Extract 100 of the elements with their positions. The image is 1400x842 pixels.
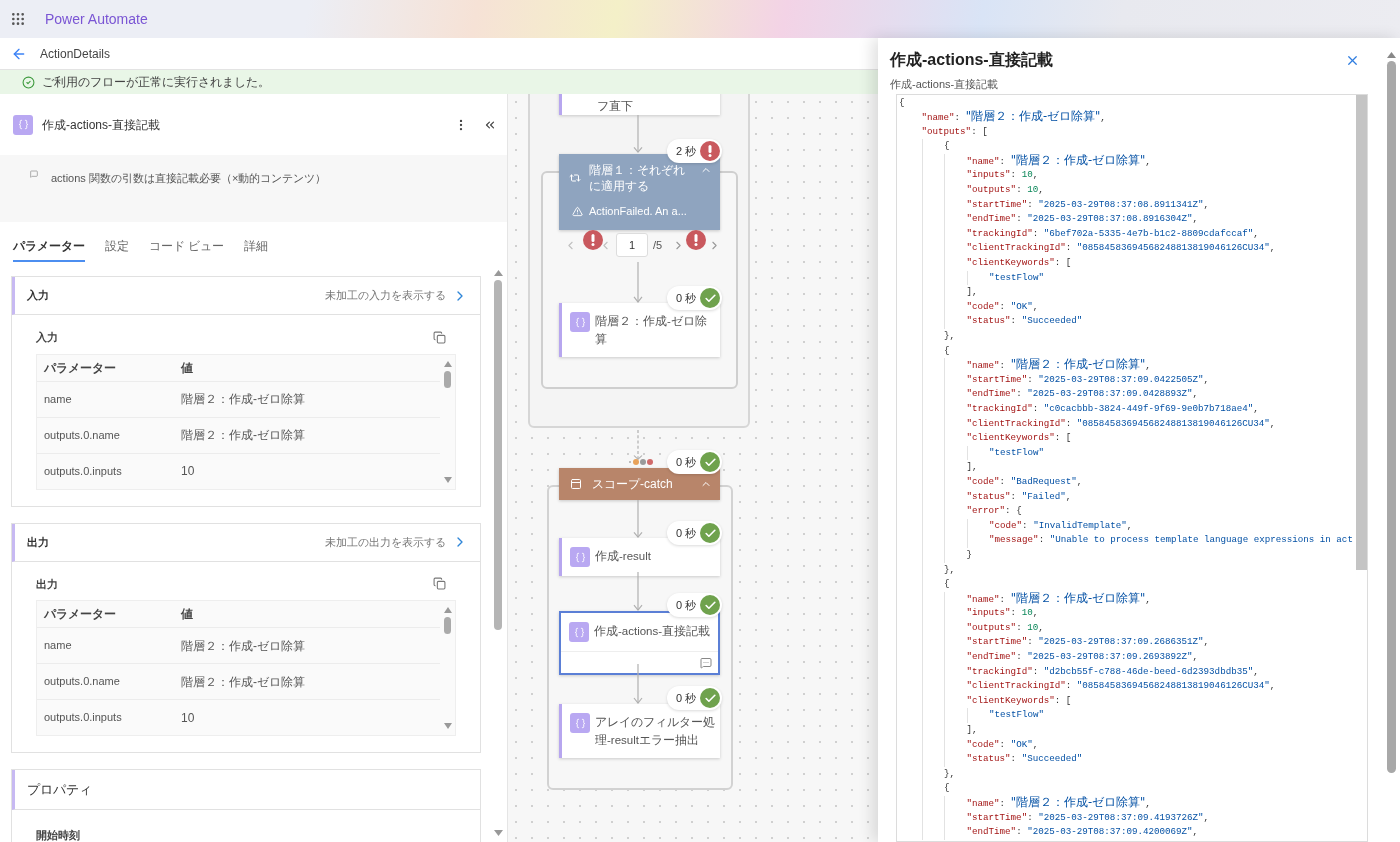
- tab[interactable]: パラメーター: [13, 237, 85, 262]
- table-cell-text: 階層２：作成-ゼロ除算: [181, 391, 306, 408]
- code-line: "clientKeywords": [: [966, 256, 1072, 271]
- comment-icon[interactable]: [700, 656, 712, 669]
- action-label: 作成-result: [595, 549, 651, 564]
- code-line: "testFlow": [989, 445, 1045, 460]
- panel-title: 作成-actions-直接記載: [890, 50, 1053, 70]
- app-launcher-icon[interactable]: [10, 11, 26, 27]
- banner-text: ご利用のフローが正常に実行されました。: [42, 74, 270, 91]
- comment-text: actions 関数の引数は直接記載必要（×動的コンテンツ）: [51, 171, 327, 186]
- code-line: "clientKeywords": [: [966, 431, 1072, 446]
- code-line: "outputs": 10,: [966, 620, 1044, 635]
- code-line: "code": "OK",: [966, 299, 1039, 314]
- table-cell-text: name: [44, 638, 73, 654]
- tab[interactable]: 詳細: [244, 237, 269, 262]
- table-cell-text: 階層２：作成-ゼロ除算: [181, 637, 306, 655]
- connector-arrow: [633, 664, 643, 704]
- check-circle-icon: [22, 75, 35, 89]
- scroll-thumb[interactable]: [494, 280, 502, 630]
- view-raw-link[interactable]: 未加工の入力を表示する: [325, 287, 468, 304]
- page-total: /5: [653, 237, 663, 253]
- code-line: "status": "Succeeded": [966, 314, 1083, 329]
- braces-icon: [570, 713, 590, 733]
- action-card[interactable]: アレイのフィルター処理-resultエラー抽出: [559, 704, 720, 758]
- braces-icon: [570, 312, 590, 332]
- action-card[interactable]: 階層２：作成-ゼロ除算: [559, 303, 720, 357]
- braces-icon: [569, 622, 589, 642]
- table-cell-text: outputs.0.inputs: [44, 463, 123, 479]
- column-header: パラメーター: [44, 359, 117, 377]
- code-line: "outputs": [: [921, 124, 988, 139]
- scroll-up-icon[interactable]: [443, 360, 452, 367]
- code-line: "clientTrackingId": "08584583694568248813819046126CU34",: [966, 416, 1276, 431]
- scroll-thumb[interactable]: [444, 617, 451, 634]
- tab[interactable]: コード ビュー: [149, 237, 225, 262]
- code-line: "endTime": "2025-03-29T08:37:09.4200069Z",: [966, 825, 1199, 840]
- scroll-up-icon[interactable]: [493, 270, 503, 276]
- code-line: ],: [966, 723, 978, 738]
- subsection-title: 入力: [36, 330, 58, 345]
- connector-arrow: [633, 500, 643, 538]
- action-card[interactable]: フ直下: [559, 94, 720, 115]
- code-line: {: [944, 343, 950, 358]
- connector-arrow: [633, 262, 643, 303]
- section-title: 出力: [27, 534, 49, 550]
- code-line: ],: [966, 285, 978, 300]
- code-line: "name": "階層２：作成-ゼロ除算",: [966, 795, 1151, 811]
- code-line: "endTime": "2025-03-29T08:37:09.0428893Z",: [966, 387, 1199, 402]
- braces-icon: [570, 547, 590, 567]
- code-line: "startTime": "2025-03-29T08:37:09.0422505Z",: [966, 372, 1210, 387]
- table-cell-text: 10: [181, 463, 196, 480]
- code-line: "clientKeywords": [: [966, 693, 1072, 708]
- field-label: 開始時刻: [36, 829, 80, 841]
- error-message: ActionFailed. An a...: [589, 204, 687, 219]
- scroll-up-icon[interactable]: [1386, 52, 1396, 58]
- loop-icon: [569, 172, 581, 184]
- scroll-down-icon[interactable]: [443, 723, 452, 729]
- code-line: "code": "OK",: [966, 737, 1039, 752]
- code-line: "startTime": "2025-03-29T08:37:09.2686351Z",: [966, 635, 1210, 650]
- column-header: 値: [181, 606, 194, 623]
- table-cell-text: outputs.0.name: [44, 427, 121, 443]
- code-line: "inputs": 10,: [966, 606, 1039, 621]
- copy-icon[interactable]: [433, 330, 446, 344]
- view-raw-link[interactable]: 未加工の出力を表示する: [325, 533, 468, 551]
- code-line: "status": "Failed",: [966, 489, 1072, 504]
- duration-text: 0 秒: [676, 454, 697, 470]
- scroll-down-icon[interactable]: [493, 830, 503, 836]
- code-line: "testFlow": [989, 708, 1045, 723]
- code-line: "startTime": "2025-03-29T08:37:08.8911341Z",: [966, 197, 1210, 212]
- action-label: 階層２：作成-ゼロ除算: [595, 314, 708, 347]
- tab[interactable]: 設定: [105, 237, 129, 262]
- code-line: },: [944, 766, 956, 781]
- section-title: 入力: [27, 288, 49, 304]
- scope-label: スコープ-catch: [592, 476, 674, 493]
- subsection-title: 出力: [36, 576, 58, 592]
- table-cell-text: 階層２：作成-ゼロ除算: [181, 427, 306, 444]
- code-line: "outputs": 10,: [966, 183, 1044, 198]
- code-line: "name": "階層２：作成-ゼロ除算",: [966, 152, 1151, 169]
- action-title: 作成-actions-直接記載: [42, 116, 160, 134]
- app-name[interactable]: Power Automate: [45, 8, 148, 30]
- action-card[interactable]: 作成-actions-直接記載: [559, 611, 720, 675]
- code-line: "name": "階層２：作成-ゼロ除算",: [966, 590, 1151, 607]
- column-header: 値: [181, 359, 194, 377]
- code-line: {: [944, 781, 950, 796]
- copy-icon[interactable]: [433, 577, 446, 591]
- comment-icon: [30, 170, 38, 178]
- action-label: アレイのフィルター処理-resultエラー抽出: [595, 715, 716, 748]
- duration-text: 0 秒: [676, 290, 697, 306]
- scroll-down-icon[interactable]: [443, 476, 452, 483]
- code-line: "trackingId": "6bef702a-5335-4e7b-b1c2-8809cdafccaf",: [966, 226, 1259, 241]
- scrollbar[interactable]: [1356, 94, 1367, 570]
- page-input[interactable]: 1: [616, 233, 648, 257]
- code-line: "inputs": 10,: [966, 168, 1039, 183]
- code-line: "endTime": "2025-03-29T08:37:08.8916304Z",: [966, 212, 1199, 227]
- scroll-up-icon[interactable]: [443, 607, 452, 613]
- action-card[interactable]: 作成-result: [559, 538, 720, 576]
- code-line: {: [944, 139, 950, 154]
- scroll-thumb[interactable]: [444, 370, 451, 388]
- page-title: ActionDetails: [40, 45, 111, 63]
- code-line: {: [899, 95, 905, 110]
- loop-label: 階層１：それぞれに適用する: [589, 162, 686, 194]
- connector-arrow: [633, 430, 643, 460]
